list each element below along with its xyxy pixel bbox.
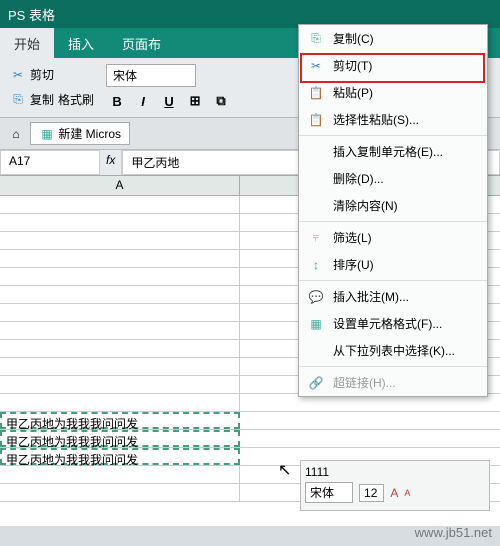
ctx-filter[interactable]: ⫧筛选(L) xyxy=(299,224,487,251)
new-doc-label: 新建 Micros xyxy=(58,127,121,141)
col-header-A[interactable]: A xyxy=(0,176,240,195)
cell[interactable] xyxy=(0,376,240,393)
link-icon: 🔗 xyxy=(307,375,325,391)
scissors-icon: ✂ xyxy=(10,67,26,83)
cell[interactable] xyxy=(0,268,240,285)
ctx-pick-list[interactable]: 从下拉列表中选择(K)... xyxy=(299,337,487,364)
cell-A19[interactable]: 甲乙丙地为我我我问问发 xyxy=(0,448,240,465)
ctx-delete[interactable]: 删除(D)... xyxy=(299,165,487,192)
grow-font-icon[interactable]: A xyxy=(390,486,398,500)
ctx-paste[interactable]: 📋粘贴(P) xyxy=(299,79,487,106)
comment-icon: 💬 xyxy=(307,289,325,305)
cut-label: 剪切 xyxy=(30,66,54,83)
tab-insert[interactable]: 插入 xyxy=(54,28,108,58)
ctx-hyperlink[interactable]: 🔗超链接(H)... xyxy=(299,369,487,396)
sort-icon: ↕ xyxy=(307,257,325,273)
cell[interactable] xyxy=(0,250,240,267)
separator xyxy=(299,280,487,281)
ctx-format-cells[interactable]: ▦设置单元格格式(F)... xyxy=(299,310,487,337)
font-select[interactable]: 宋体 xyxy=(106,64,196,87)
home-icon[interactable]: ⌂ xyxy=(8,126,24,142)
context-menu: ⎘复制(C) ✂剪切(T) 📋粘贴(P) 📋选择性粘贴(S)... 插入复制单元… xyxy=(298,24,488,397)
app-title: PS 表格 xyxy=(8,5,55,24)
cell[interactable] xyxy=(0,394,240,411)
copy-icon: ⎘ xyxy=(10,92,26,108)
cell[interactable] xyxy=(0,322,240,339)
border-button[interactable]: ⊞ xyxy=(184,91,206,111)
format-icon: ▦ xyxy=(307,316,325,332)
cursor-icon: ↖ xyxy=(278,460,291,480)
new-doc-tab[interactable]: ▦ 新建 Micros xyxy=(30,122,130,145)
separator xyxy=(299,135,487,136)
merge-button[interactable]: ⧉ xyxy=(210,91,232,111)
cut-button[interactable]: ✂ 剪切 xyxy=(6,64,98,85)
scissors-icon: ✂ xyxy=(307,58,325,74)
cell[interactable] xyxy=(0,214,240,231)
copy-formatpainter-button[interactable]: ⎘ 复制 格式刷 xyxy=(6,89,98,110)
clipboard-special-icon: 📋 xyxy=(307,112,325,128)
tab-pagelayout[interactable]: 页面布 xyxy=(108,28,175,58)
ctx-insert-copied[interactable]: 插入复制单元格(E)... xyxy=(299,138,487,165)
cell[interactable] xyxy=(0,232,240,249)
cell[interactable] xyxy=(0,196,240,213)
ctx-sort[interactable]: ↕排序(U) xyxy=(299,251,487,278)
cell-A18[interactable]: 甲乙丙地为我我我问问发 xyxy=(0,430,240,447)
ctx-clear[interactable]: 清除内容(N) xyxy=(299,192,487,219)
separator xyxy=(299,366,487,367)
fx-icon[interactable]: fx xyxy=(100,150,122,175)
cell[interactable] xyxy=(0,286,240,303)
cell[interactable] xyxy=(0,358,240,375)
separator xyxy=(299,221,487,222)
ctx-paste-special[interactable]: 📋选择性粘贴(S)... xyxy=(299,106,487,133)
name-box[interactable]: A17 xyxy=(0,150,100,175)
copy-icon: ⎘ xyxy=(307,31,325,47)
ctx-copy[interactable]: ⎘复制(C) xyxy=(299,25,487,52)
copy-label: 复制 xyxy=(30,91,54,108)
clipboard-icon: 📋 xyxy=(307,85,325,101)
cell-A17[interactable]: 甲乙丙地为我我我问问发 xyxy=(0,412,240,429)
cell[interactable] xyxy=(0,304,240,321)
mini-size-select[interactable]: 12 xyxy=(359,484,384,502)
mini-value: 1111 xyxy=(305,465,329,479)
cell[interactable] xyxy=(0,484,240,501)
sheet-icon: ▦ xyxy=(39,126,55,142)
bold-button[interactable]: B xyxy=(106,91,128,111)
italic-button[interactable]: I xyxy=(132,91,154,111)
ctx-cut[interactable]: ✂剪切(T) xyxy=(299,52,487,79)
mini-font-select[interactable]: 宋体 xyxy=(305,482,353,503)
watermark: www.jb51.net xyxy=(415,525,492,540)
cell[interactable] xyxy=(0,340,240,357)
formatpainter-label: 格式刷 xyxy=(58,91,94,108)
shrink-font-icon[interactable]: A xyxy=(404,488,410,498)
cell[interactable] xyxy=(0,466,240,483)
ctx-insert-comment[interactable]: 💬插入批注(M)... xyxy=(299,283,487,310)
underline-button[interactable]: U xyxy=(158,91,180,111)
mini-toolbar: 1111 宋体 12 A A xyxy=(300,460,490,511)
filter-icon: ⫧ xyxy=(307,230,325,246)
tab-home[interactable]: 开始 xyxy=(0,28,54,58)
